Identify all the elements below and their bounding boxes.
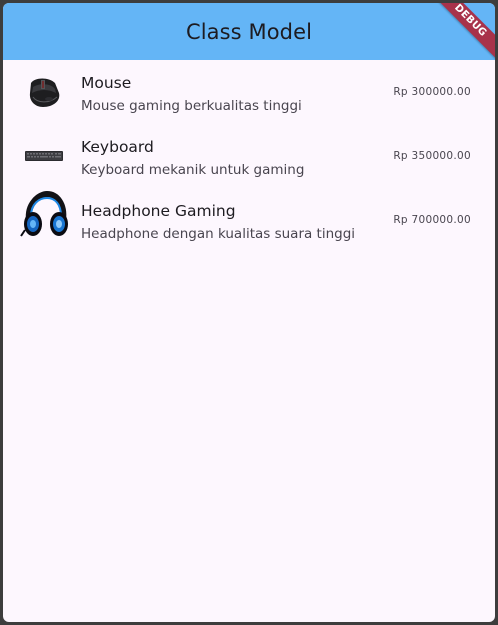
mouse-icon: [19, 67, 69, 117]
app-window: Class Model DEBUG Mouse Mouse gaming ber…: [3, 3, 495, 622]
item-subtitle: Keyboard mekanik untuk gaming: [81, 162, 305, 178]
product-list: Mouse Mouse gaming berkualitas tinggi Rp…: [3, 60, 495, 252]
keyboard-icon: [19, 131, 69, 181]
headphone-icon: [19, 190, 69, 240]
item-price: Rp 350000.00: [393, 150, 471, 162]
app-bar-title: Class Model: [185, 19, 313, 44]
list-item[interactable]: Mouse Mouse gaming berkualitas tinggi Rp…: [3, 60, 495, 124]
list-item[interactable]: Keyboard Keyboard mekanik untuk gaming R…: [3, 124, 495, 188]
item-subtitle: Headphone dengan kualitas suara tinggi: [81, 226, 356, 242]
app-bar: Class Model: [3, 3, 495, 60]
item-price: Rp 700000.00: [393, 214, 471, 226]
item-title: Keyboard: [81, 138, 154, 156]
item-title: Mouse: [81, 74, 132, 92]
list-item[interactable]: Headphone Gaming Headphone dengan kualit…: [3, 188, 495, 252]
item-price: Rp 300000.00: [393, 86, 471, 98]
item-subtitle: Mouse gaming berkualitas tinggi: [81, 98, 302, 114]
item-title: Headphone Gaming: [81, 202, 236, 220]
